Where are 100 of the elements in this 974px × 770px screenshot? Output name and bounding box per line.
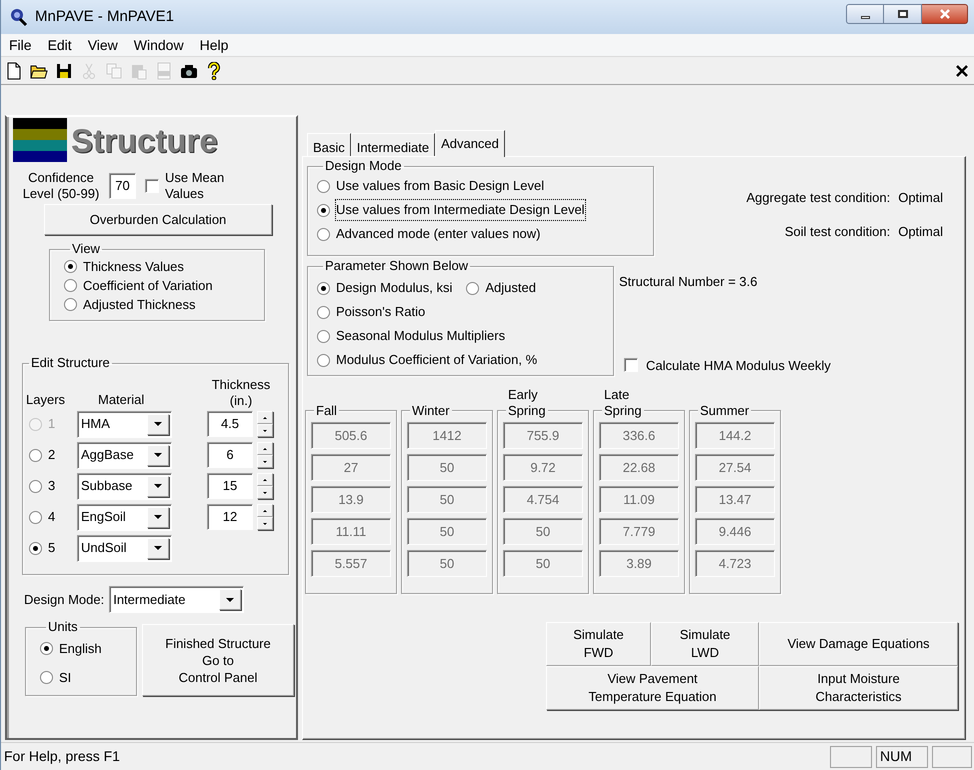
radio-label: Seasonal Modulus Multipliers	[336, 327, 506, 346]
value-field[interactable]: 7.779	[599, 518, 679, 545]
spinner[interactable]	[257, 504, 273, 530]
condition-value: Optimal	[898, 189, 943, 207]
radio-label: English	[59, 640, 102, 658]
material-dropdown[interactable]: UndSoil	[77, 534, 172, 562]
value-field[interactable]: 9.72	[503, 454, 583, 481]
finished-structure-button[interactable]: Finished Structure Go to Control Panel	[142, 624, 294, 696]
column-header: Thickness (in.)	[210, 377, 272, 409]
value-field[interactable]: 50	[503, 550, 583, 577]
value-field[interactable]: 755.9	[503, 422, 583, 449]
layer-radio[interactable]: 4	[29, 507, 77, 527]
damage-equations-button[interactable]: View Damage Equations	[759, 622, 958, 666]
menu-item[interactable]: Edit	[40, 34, 80, 56]
column-header: Layers	[26, 390, 66, 409]
radio-button[interactable]	[466, 282, 480, 294]
close-icon[interactable]	[956, 64, 968, 76]
material-dropdown[interactable]: Subbase	[77, 472, 172, 500]
layer-radio[interactable]: 3	[29, 476, 77, 496]
value-field[interactable]: 1412	[407, 422, 487, 449]
layer-radio[interactable]: 5	[29, 538, 77, 558]
tab[interactable]: Basic	[307, 133, 351, 156]
radio-label: Adjusted Thickness	[83, 296, 196, 314]
material-dropdown[interactable]: EngSoil	[77, 504, 172, 530]
value-field[interactable]: 4.754	[503, 486, 583, 513]
value-field[interactable]: 13.47	[695, 486, 775, 513]
value-field[interactable]: 13.9	[311, 486, 391, 513]
radio-button[interactable]	[317, 282, 330, 294]
radio-label: Poisson's Ratio	[336, 303, 426, 322]
value-field[interactable]: 144.2	[695, 422, 775, 449]
radio-button[interactable]	[64, 260, 77, 273]
radio-button[interactable]	[317, 354, 330, 366]
layers-icon	[13, 118, 67, 162]
temperature-equation-button[interactable]: View Pavement Temperature Equation	[546, 666, 759, 710]
panel-title: Structure	[71, 124, 218, 156]
status-pane	[932, 746, 972, 768]
checkbox[interactable]: Calculate HMA Modulus Weekly	[624, 356, 831, 375]
radio-button[interactable]	[317, 330, 330, 342]
value-field[interactable]: 5.557	[311, 550, 391, 577]
radio-button[interactable]	[317, 180, 330, 192]
menu-item[interactable]: File	[1, 34, 40, 56]
radio-button[interactable]	[317, 228, 330, 240]
value-field[interactable]: 50	[407, 550, 487, 577]
material-dropdown[interactable]: AggBase	[77, 442, 172, 468]
menu-item[interactable]: Window	[126, 34, 192, 56]
layer-radio[interactable]: 2	[29, 445, 77, 465]
condition-label: Aggregate test condition:	[746, 189, 890, 207]
simulate-lwd-button[interactable]: Simulate LWD	[651, 622, 759, 666]
thickness-field[interactable]: 6	[207, 442, 253, 468]
season-label: Late Spring	[602, 387, 644, 419]
value-field[interactable]: 3.89	[599, 550, 679, 577]
radio-button[interactable]	[64, 298, 77, 311]
new-file-icon[interactable]	[5, 62, 23, 80]
thickness-field[interactable]: 12	[207, 504, 253, 530]
spinner[interactable]	[257, 442, 273, 468]
value-field[interactable]: 50	[407, 454, 487, 481]
value-field[interactable]: 22.68	[599, 454, 679, 481]
maximize-button[interactable]	[884, 4, 922, 24]
radio-button[interactable]	[40, 671, 53, 684]
radio-button[interactable]	[317, 306, 330, 318]
radio-button[interactable]	[317, 204, 330, 216]
value-field[interactable]: 50	[407, 518, 487, 545]
simulate-fwd-button[interactable]: Simulate FWD	[546, 622, 651, 666]
minimize-button[interactable]	[846, 4, 884, 24]
group-title: Design Mode	[324, 158, 403, 174]
structural-number: Structural Number = 3.6	[619, 273, 758, 291]
magnifier-icon	[9, 7, 29, 27]
thickness-field[interactable]: 15	[207, 473, 253, 499]
menu-item[interactable]: Help	[192, 34, 236, 56]
status-pane: NUM	[876, 746, 928, 768]
value-field[interactable]: 4.723	[695, 550, 775, 577]
moisture-button[interactable]: Input Moisture Characteristics	[759, 666, 958, 710]
radio-button[interactable]	[40, 642, 53, 655]
help-icon[interactable]	[205, 62, 223, 80]
group-title: View	[71, 241, 101, 257]
status-pane	[830, 746, 872, 768]
value-field[interactable]: 11.09	[599, 486, 679, 513]
status-text: For Help, press F1	[4, 747, 121, 766]
checkbox[interactable]	[145, 179, 159, 193]
save-icon[interactable]	[55, 62, 73, 80]
overburden-button[interactable]: Overburden Calculation	[44, 204, 272, 235]
spinner[interactable]	[257, 411, 273, 437]
value-field[interactable]: 27	[311, 454, 391, 481]
spinner[interactable]	[257, 473, 273, 499]
value-field[interactable]: 505.6	[311, 422, 391, 449]
confidence-field[interactable]: 70	[109, 173, 136, 199]
season-label: Early Spring	[506, 387, 548, 419]
value-field[interactable]: 9.446	[695, 518, 775, 545]
value-field[interactable]: 50	[503, 518, 583, 545]
design-mode-dropdown[interactable]: Intermediate	[109, 586, 244, 613]
menu-item[interactable]: View	[80, 34, 126, 56]
radio-label: Use values from Intermediate Design Level	[336, 200, 585, 220]
value-field[interactable]: 11.11	[311, 518, 391, 545]
radio-button[interactable]	[64, 279, 77, 292]
value-field[interactable]: 336.6	[599, 422, 679, 449]
window-title: MnPAVE - MnPAVE1	[35, 6, 175, 27]
value-field[interactable]: 50	[407, 486, 487, 513]
tab[interactable]: Advanced	[435, 130, 505, 157]
close-button[interactable]	[922, 4, 968, 24]
value-field[interactable]: 27.54	[695, 454, 775, 481]
